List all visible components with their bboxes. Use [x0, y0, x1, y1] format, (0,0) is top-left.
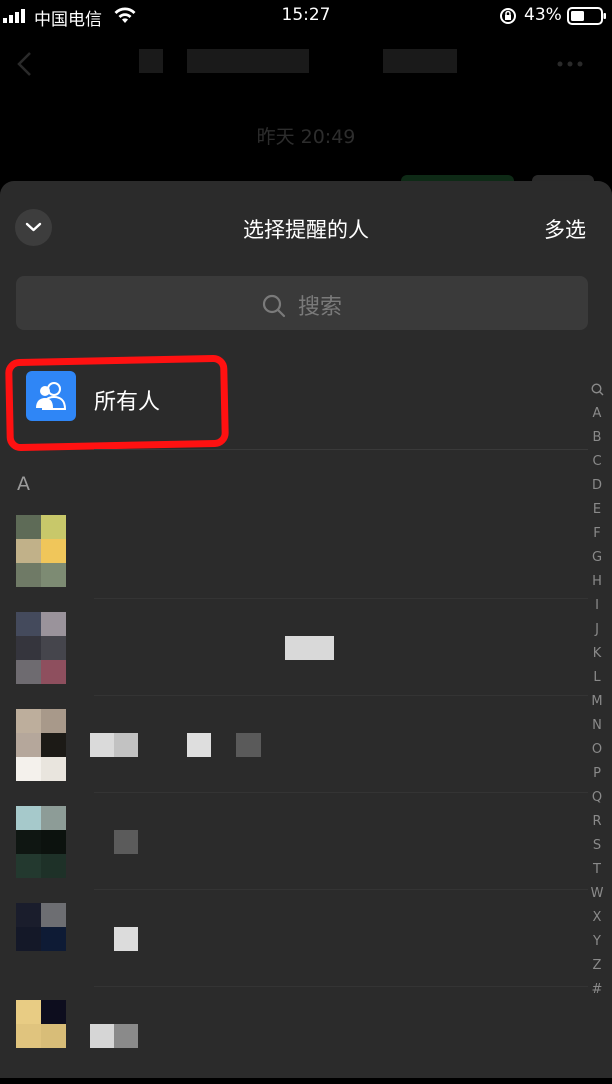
contact-avatar [16, 709, 66, 781]
rotation-lock-icon [500, 8, 516, 24]
section-header: A [17, 473, 30, 495]
index-letter[interactable]: J [586, 618, 608, 642]
index-letter[interactable]: P [586, 762, 608, 786]
contact-name-blur [114, 1024, 138, 1048]
mention-picker-sheet: 选择提醒的人 多选 搜索 所有人 A A B C D E F G H I J K… [0, 181, 612, 1078]
everyone-item[interactable]: 所有人 [0, 349, 580, 452]
index-letter[interactable]: H [586, 570, 608, 594]
divider [94, 889, 588, 890]
alphabet-index[interactable]: A B C D E F G H I J K L M N O P Q R S T W X Y Z # [586, 378, 608, 1002]
contact-avatar [16, 515, 66, 587]
search-icon [262, 294, 286, 318]
contact-avatar [16, 903, 66, 975]
index-letter[interactable]: N [586, 714, 608, 738]
battery-icon [567, 7, 606, 25]
index-letter[interactable]: C [586, 450, 608, 474]
multi-select-button[interactable]: 多选 [544, 214, 586, 244]
chat-title-blur [139, 49, 163, 73]
contact-row[interactable] [0, 794, 588, 890]
contact-row[interactable] [0, 600, 588, 696]
index-letter[interactable]: F [586, 522, 608, 546]
contact-name-blur [114, 927, 138, 951]
contact-name-blur [236, 733, 261, 757]
divider [94, 986, 588, 987]
contact-name-blur [285, 636, 334, 660]
index-letter[interactable]: L [586, 666, 608, 690]
contact-avatar [16, 612, 66, 684]
index-letter[interactable]: O [586, 738, 608, 762]
battery-percent: 43% [524, 5, 562, 25]
annotation-highlight [5, 354, 229, 452]
search-index-icon[interactable] [586, 378, 608, 402]
status-bar: 中国电信 15:27 43% [0, 0, 612, 34]
index-letter[interactable]: M [586, 690, 608, 714]
index-letter[interactable]: Z [586, 954, 608, 978]
divider [94, 449, 588, 450]
index-letter[interactable]: W [586, 882, 608, 906]
index-letter[interactable]: A [586, 402, 608, 426]
chat-title-blur [187, 49, 309, 73]
chat-timestamp: 昨天 20:49 [256, 126, 356, 148]
contact-name-blur [114, 733, 138, 757]
index-letter[interactable]: # [586, 978, 608, 1002]
index-letter[interactable]: T [586, 858, 608, 882]
index-letter[interactable]: I [586, 594, 608, 618]
contact-name-blur [114, 830, 138, 854]
index-letter[interactable]: G [586, 546, 608, 570]
index-letter[interactable]: R [586, 810, 608, 834]
divider [94, 695, 588, 696]
contact-name-blur [90, 1024, 114, 1048]
status-time: 15:27 [281, 5, 331, 25]
divider [94, 792, 588, 793]
index-letter[interactable]: Q [586, 786, 608, 810]
contact-row[interactable] [0, 697, 588, 793]
index-letter[interactable]: D [586, 474, 608, 498]
index-letter[interactable]: B [586, 426, 608, 450]
back-icon[interactable] [14, 50, 34, 78]
index-letter[interactable]: K [586, 642, 608, 666]
sheet-title: 选择提醒的人 [243, 218, 369, 242]
contact-row[interactable] [0, 988, 580, 1084]
contact-name-blur [90, 733, 114, 757]
contact-avatar [16, 1000, 66, 1072]
index-letter[interactable]: S [586, 834, 608, 858]
contact-name-blur [187, 733, 211, 757]
index-letter[interactable]: X [586, 906, 608, 930]
search-placeholder: 搜索 [297, 295, 342, 320]
index-letter[interactable]: Y [586, 930, 608, 954]
chat-title-blur [383, 49, 457, 73]
index-letter[interactable]: E [586, 498, 608, 522]
contact-avatar [16, 806, 66, 878]
more-icon[interactable] [556, 60, 584, 68]
chat-header [0, 34, 612, 94]
contact-row[interactable] [0, 503, 588, 599]
search-input[interactable]: 搜索 [16, 276, 588, 330]
contact-row[interactable] [0, 891, 588, 987]
divider [94, 598, 588, 599]
